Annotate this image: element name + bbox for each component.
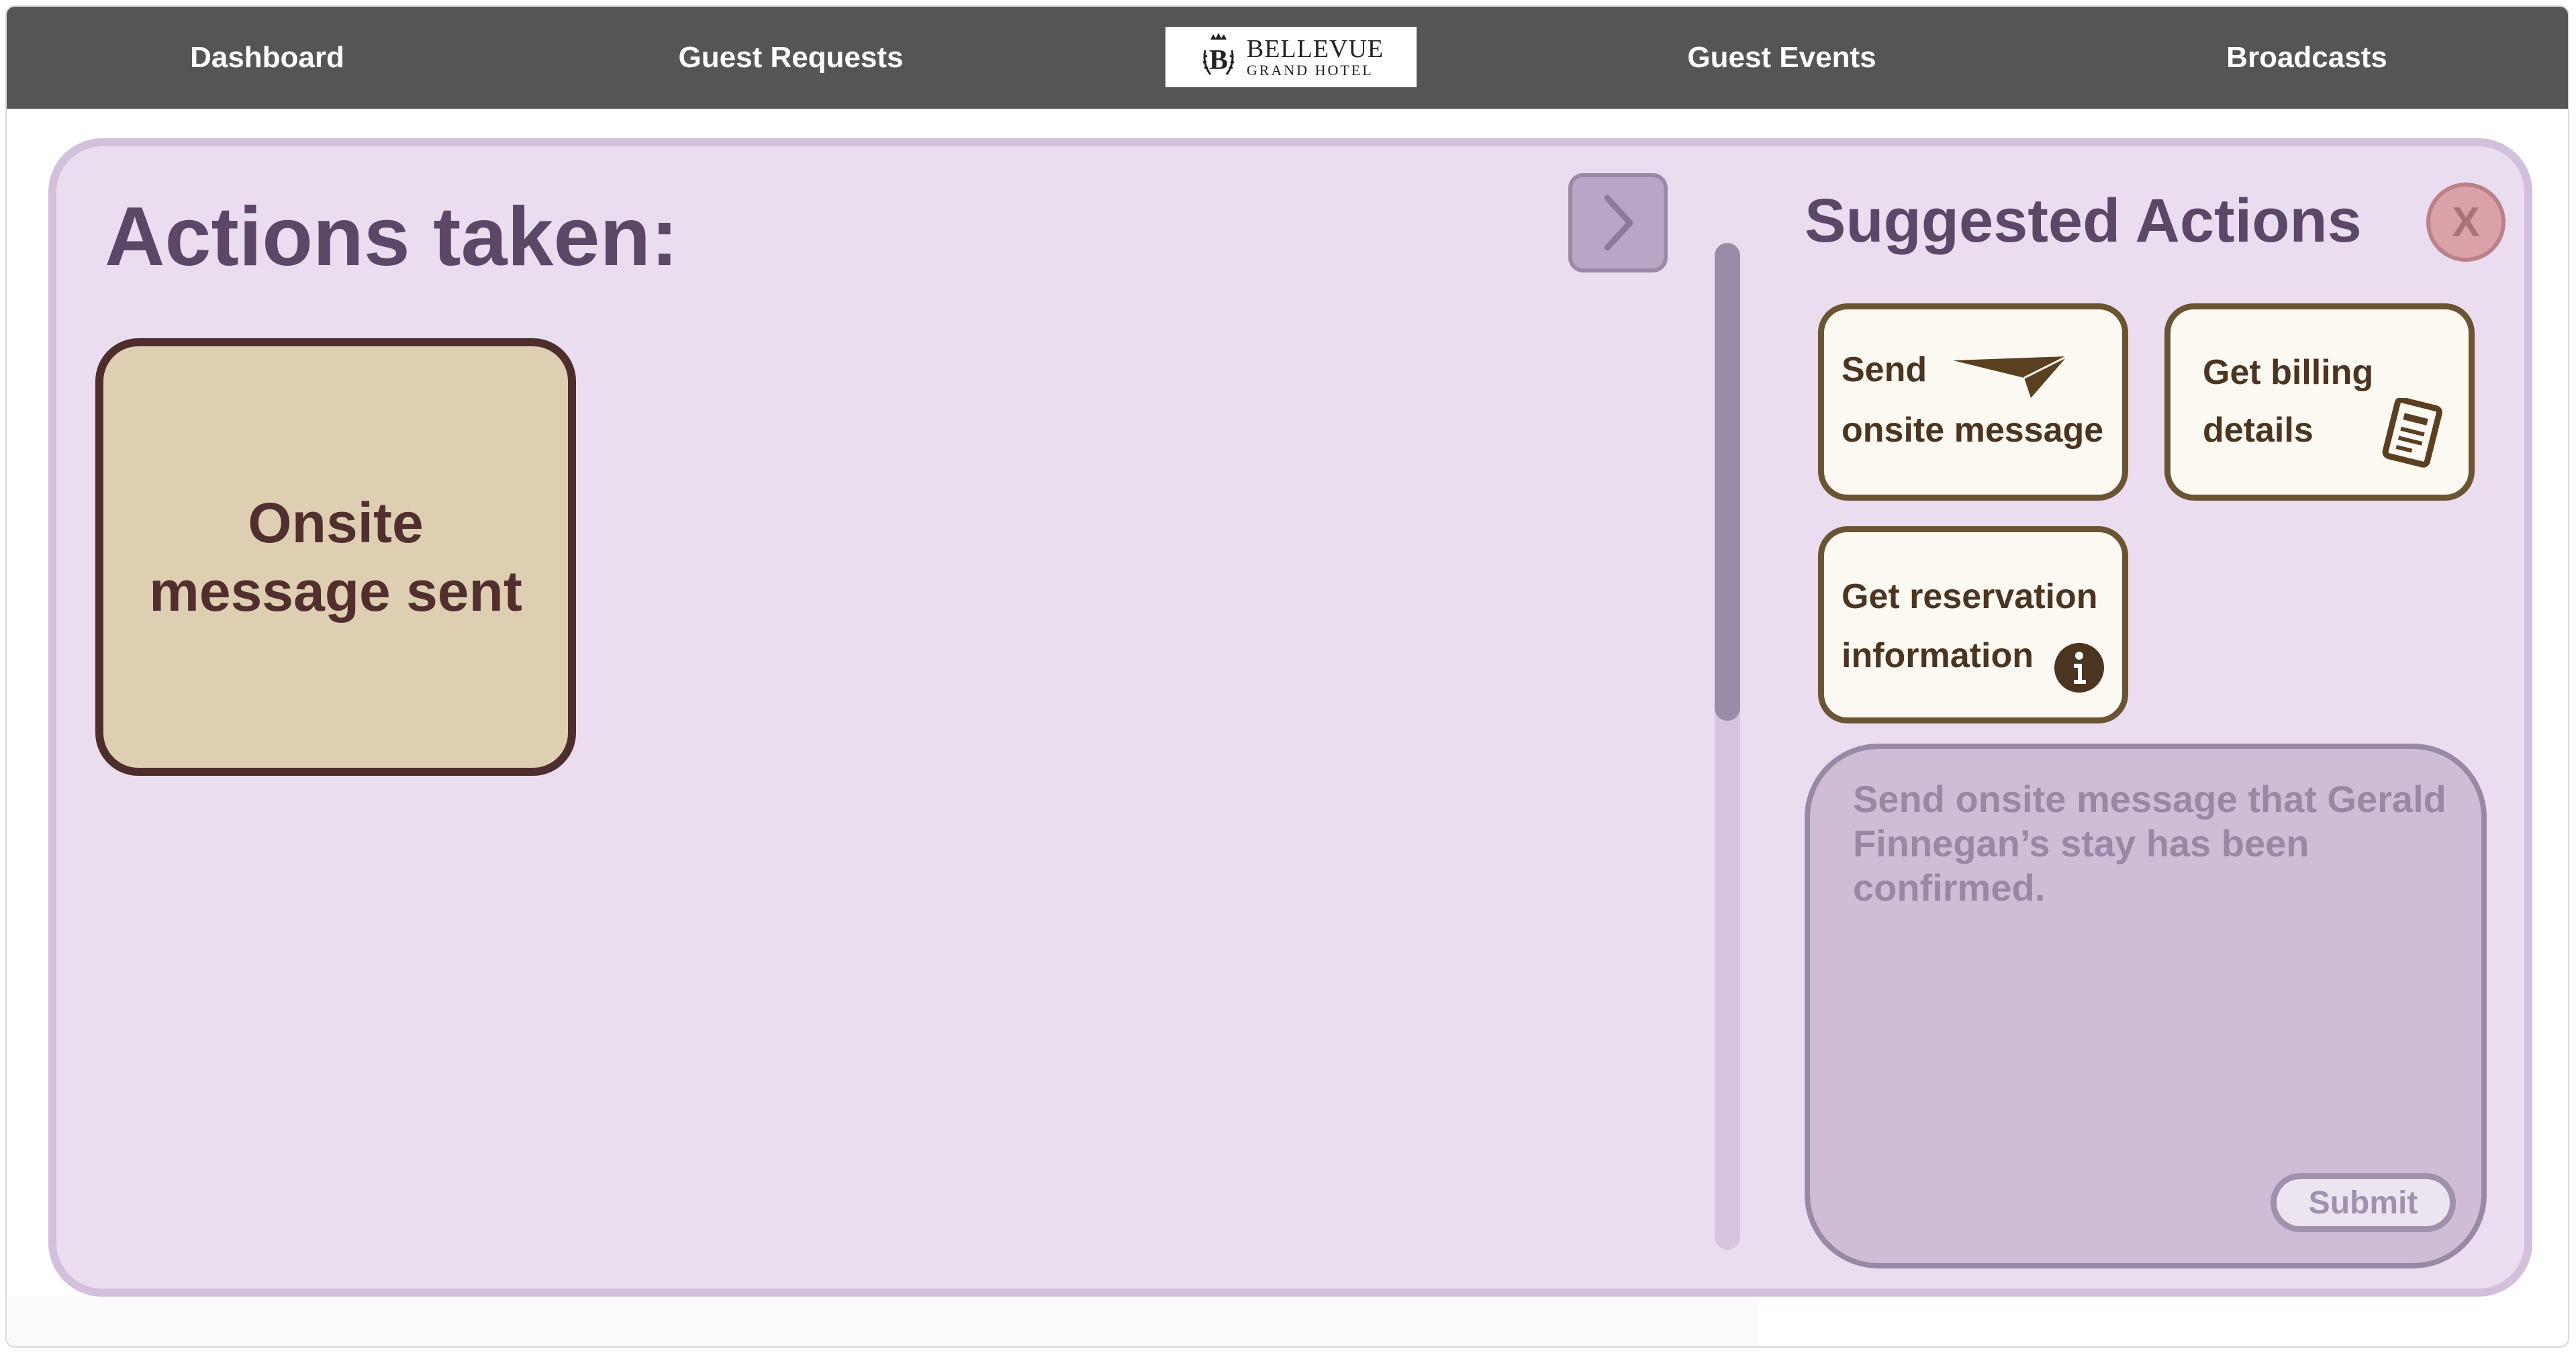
action-card-label: Onsite message sent [149, 491, 522, 623]
suggestion-send-onsite-message[interactable]: Send onsite message [1818, 303, 2128, 501]
suggestion-line-2: information [1842, 636, 2034, 675]
crest-icon: B [1202, 33, 1235, 76]
logo-subtitle: GRAND HOTEL [1246, 62, 1374, 79]
logo-name: BELLEVUE [1246, 35, 1384, 63]
nav-guest-events[interactable]: Guest Events [1687, 7, 1876, 109]
suggested-actions-title: Suggested Actions [1805, 187, 2362, 255]
scrollbar-track[interactable] [1715, 243, 1740, 1250]
suggestion-line-1: Get reservation [1842, 577, 2098, 616]
suggestion-get-billing-details[interactable]: Get billing details [2164, 303, 2475, 501]
prompt-box: Send onsite message that Gerald Finnegan… [1805, 744, 2487, 1268]
nav-dashboard[interactable]: Dashboard [190, 7, 344, 109]
paper-plane-icon [1953, 355, 2068, 398]
suggestion-line-2: onsite message [1842, 411, 2104, 450]
prompt-input[interactable]: Send onsite message that Gerald Finnegan… [1853, 777, 2457, 1153]
nav-guest-requests[interactable]: Guest Requests [679, 7, 904, 109]
suggestion-line-1: Send [1842, 350, 1927, 389]
close-button[interactable]: X [2426, 183, 2506, 262]
top-nav: Dashboard Guest Requests B BELLEVUE GRAN… [7, 7, 2568, 109]
hotel-logo[interactable]: B BELLEVUE GRAND HOTEL [1165, 27, 1417, 87]
suggestion-line-1: Get billing [2203, 353, 2374, 392]
chevron-right-icon [1604, 195, 1633, 251]
suggestion-get-reservation-information[interactable]: Get reservation information [1818, 526, 2128, 723]
nav-broadcasts[interactable]: Broadcasts [2226, 7, 2387, 109]
collapse-button[interactable] [1568, 173, 1668, 272]
logo-monogram: B [1209, 45, 1228, 76]
suggestion-line-2: details [2203, 411, 2313, 450]
app-window: Dashboard Guest Requests B BELLEVUE GRAN… [5, 5, 2569, 1348]
info-icon [2054, 643, 2104, 693]
action-card[interactable]: Onsite message sent [95, 338, 576, 776]
actions-taken-title: Actions taken: [105, 191, 679, 283]
actions-panel: Actions taken: Onsite message sent Sugge… [48, 138, 2532, 1297]
scrollbar-thumb[interactable] [1715, 243, 1740, 721]
submit-button[interactable]: Submit [2271, 1173, 2456, 1232]
document-icon [2382, 398, 2442, 468]
footer-strip [7, 1295, 1759, 1346]
